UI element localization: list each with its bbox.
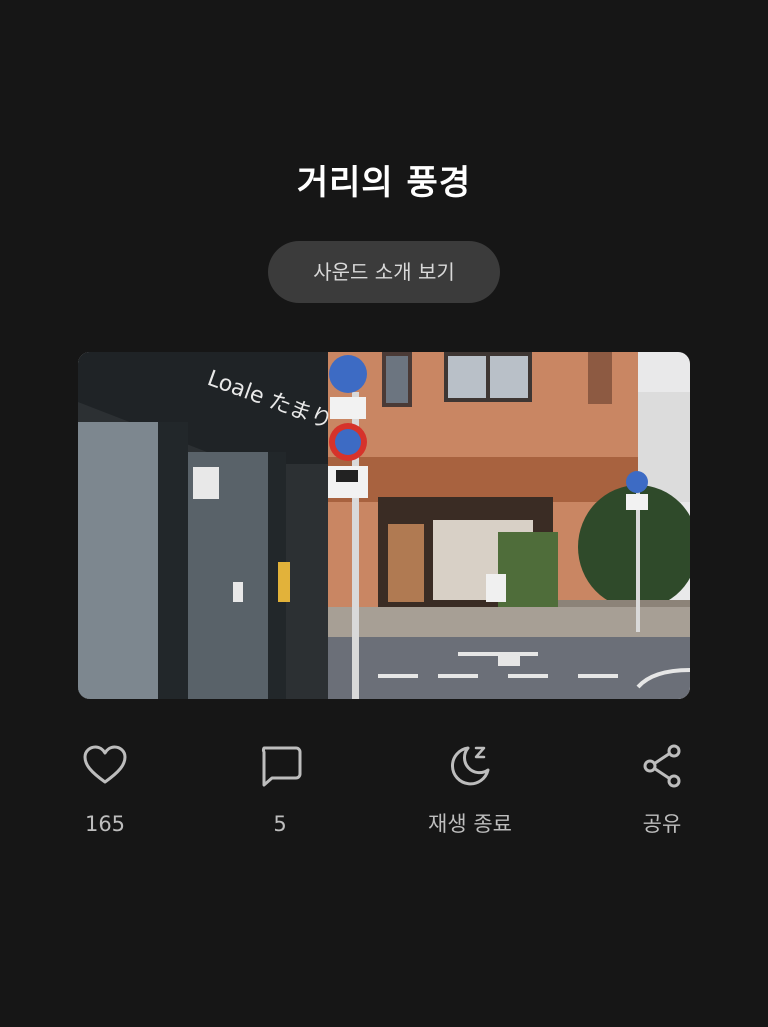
like-count: 165 <box>84 812 126 836</box>
comment-count: 5 <box>273 812 287 836</box>
sleep-timer-icon <box>451 746 490 786</box>
page-title: 거리의 풍경 <box>296 163 472 203</box>
sleep-timer-button[interactable]: 재생 종료 <box>405 738 535 838</box>
share-label: 공유 <box>642 812 682 836</box>
share-button[interactable]: 공유 <box>597 738 727 838</box>
heart-icon <box>83 745 127 784</box>
sleep-timer-label: 재생 종료 <box>428 812 512 836</box>
comment-button[interactable]: 5 <box>215 738 345 838</box>
share-icon <box>643 744 681 788</box>
comment-icon <box>261 746 302 787</box>
action-bar: 165 5 재생 종료 공유 <box>0 738 768 848</box>
like-button[interactable]: 165 <box>40 738 170 838</box>
street-photo: Loale たまり <box>78 352 690 699</box>
sound-intro-button[interactable]: 사운드 소개 보기 <box>268 241 500 303</box>
